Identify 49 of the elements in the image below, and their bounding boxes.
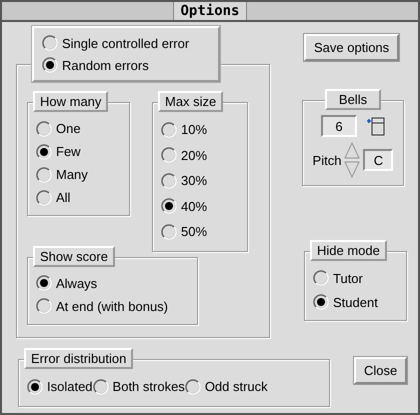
radio-button[interactable]	[36, 120, 52, 136]
radio-button[interactable]	[36, 190, 52, 206]
option-label: 20%	[181, 148, 208, 163]
window-icon[interactable]	[367, 116, 385, 136]
option-label: Isolated	[47, 379, 93, 394]
group-title: Bells	[324, 89, 382, 110]
option-label: Student	[333, 294, 378, 310]
option-label: Both strokes	[112, 379, 185, 394]
radio-button[interactable]	[161, 147, 177, 164]
group-title: Error distribution	[24, 348, 134, 368]
radio-button[interactable]	[313, 294, 329, 310]
radio-button[interactable]	[161, 224, 177, 240]
radio-button[interactable]	[161, 122, 177, 138]
pitch-label: Pitch	[312, 152, 342, 168]
option-label: One	[56, 121, 81, 136]
option-label: Tutor	[333, 270, 363, 286]
radio-button[interactable]	[36, 144, 52, 160]
radio-button[interactable]	[36, 275, 52, 291]
group-title: Max size	[158, 91, 224, 112]
option-label: 10%	[181, 122, 208, 138]
radio-button[interactable]	[313, 270, 329, 286]
group-title: How many	[33, 91, 108, 112]
option-label: At end (with bonus)	[56, 298, 168, 314]
option-label: 40%	[181, 198, 208, 214]
option-label: Always	[56, 276, 98, 290]
option-label: All	[56, 190, 70, 205]
radio-button[interactable]	[161, 172, 177, 189]
group-title: Show score	[33, 246, 115, 266]
option-label: Few	[56, 144, 81, 159]
radio-button[interactable]	[36, 166, 52, 182]
option-label: Odd struck	[204, 379, 268, 394]
option-label: 30%	[181, 173, 208, 188]
radio-button[interactable]	[161, 198, 177, 214]
window-title: Options	[173, 2, 246, 20]
radio-button[interactable]	[42, 57, 58, 73]
option-label: Single controlled error	[62, 36, 190, 50]
save-options-button[interactable]: Save options	[304, 34, 400, 61]
radio-button[interactable]	[42, 35, 58, 51]
radio-button[interactable]	[92, 378, 109, 394]
option-label: Many	[56, 167, 88, 182]
close-button[interactable]: Close	[354, 357, 408, 384]
pitch-field[interactable]: C	[363, 149, 394, 171]
radio-button[interactable]	[27, 378, 43, 394]
option-label: Random errors	[62, 58, 149, 72]
bells-field[interactable]: 6	[321, 115, 357, 137]
group-title: Hide mode	[310, 240, 387, 261]
radio-button[interactable]	[184, 378, 201, 394]
radio-button[interactable]	[36, 298, 52, 314]
option-label: 50%	[181, 224, 208, 240]
